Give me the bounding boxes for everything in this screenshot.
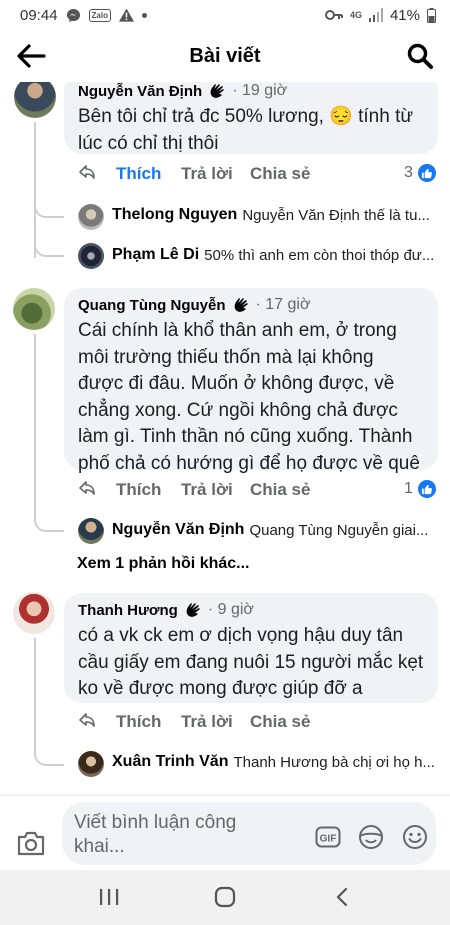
reply-preview: 50% thì anh em còn thoi thóp đư... <box>204 246 435 264</box>
like-reaction-icon <box>417 164 436 182</box>
status-bar: 09:44 Zalo 4G 41% <box>0 0 450 30</box>
comment-bubble: Quang Tùng Nguyễn · 17 giờ Cái chính là … <box>64 288 438 474</box>
messenger-notification-icon <box>66 8 80 22</box>
back-arrow-icon[interactable] <box>16 42 46 70</box>
recent-apps-icon[interactable] <box>96 886 122 908</box>
top-fan-badge-icon <box>186 603 200 617</box>
reaction-count[interactable]: 3 <box>404 164 436 182</box>
comment-text: Bên tôi chỉ trả đc 50% lương, 😔 tính từ … <box>78 106 414 154</box>
comments-list: Nguyễn Văn Định · 19 giờ Bên tôi chỉ trả… <box>0 82 450 795</box>
comment-bubble: Thanh Hương · 9 giờ có a vk ck em ơ dịch… <box>64 593 438 703</box>
back-nav-icon[interactable] <box>330 886 356 908</box>
comment-time: · 9 giờ <box>207 601 254 618</box>
share-button[interactable]: Chia sẻ <box>250 480 310 500</box>
camera-icon[interactable] <box>16 829 46 857</box>
comment-actions: Thích Trả lời Chia sẻ <box>78 478 438 502</box>
reaction-count[interactable]: 1 <box>404 480 436 498</box>
share-arrow-icon[interactable] <box>78 480 96 498</box>
clock: 09:44 <box>20 6 58 24</box>
share-button[interactable]: Chia sẻ <box>250 712 310 732</box>
thread-connector <box>34 237 64 257</box>
battery-icon <box>427 7 436 23</box>
comment-composer: Viết bình luận công khai... GIF <box>0 795 450 870</box>
thread-connector <box>34 198 64 218</box>
avatar[interactable] <box>13 288 55 330</box>
comment-author[interactable]: Thanh Hương <box>78 602 178 619</box>
sticker-icon[interactable] <box>358 824 384 850</box>
zalo-notification-icon: Zalo <box>88 8 111 22</box>
comment-actions: Thích Trả lời Chia sẻ <box>78 162 438 186</box>
reply-author[interactable]: Nguyễn Văn Định <box>112 521 244 539</box>
comment-author[interactable]: Quang Tùng Nguyễn <box>78 297 226 314</box>
network-type-label: 4G <box>349 10 362 20</box>
reply-button[interactable]: Trả lời <box>181 164 233 184</box>
top-fan-badge-icon <box>210 84 225 98</box>
reply-preview: Nguyễn Văn Định thế là tu... <box>242 206 430 224</box>
reply-avatar[interactable] <box>78 243 104 269</box>
comment-actions: Thích Trả lời Chia sẻ <box>78 710 438 734</box>
emoji-icon[interactable] <box>402 824 428 850</box>
thread-connector <box>34 512 64 532</box>
comment-bubble: Nguyễn Văn Định · 19 giờ Bên tôi chỉ trả… <box>64 82 438 154</box>
reply-item[interactable]: Xuân Trinh Văn Thanh Hương bà chị ơi họ … <box>112 753 450 771</box>
comment-time: · 17 giờ <box>255 296 311 313</box>
share-arrow-icon[interactable] <box>78 164 96 182</box>
reply-button[interactable]: Trả lời <box>181 480 233 500</box>
share-button[interactable]: Chia sẻ <box>250 164 310 184</box>
system-nav-bar <box>0 870 450 925</box>
reply-button[interactable]: Trả lời <box>181 712 233 732</box>
gif-icon[interactable]: GIF <box>315 824 341 850</box>
reply-avatar[interactable] <box>78 751 104 777</box>
share-arrow-icon[interactable] <box>78 712 96 730</box>
svg-text:GIF: GIF <box>320 834 337 845</box>
reply-author[interactable]: Phạm Lê Di <box>112 246 199 264</box>
warning-icon <box>119 8 134 22</box>
reply-author[interactable]: Xuân Trinh Văn <box>112 753 228 771</box>
search-icon[interactable] <box>406 42 434 70</box>
like-button[interactable]: Thích <box>116 480 161 500</box>
reply-avatar[interactable] <box>78 518 104 544</box>
page-title: Bài viết <box>189 44 261 67</box>
signal-icon <box>368 8 383 22</box>
avatar[interactable] <box>13 592 55 634</box>
reply-author[interactable]: Thelong Nguyen <box>112 206 237 224</box>
comment-input[interactable]: Viết bình luận công khai... GIF <box>62 802 436 865</box>
top-fan-badge-icon <box>234 298 248 312</box>
reply-preview: Thanh Hương bà chị ơi họ h... <box>233 753 435 771</box>
thread-line <box>34 334 36 514</box>
like-button[interactable]: Thích <box>116 712 161 732</box>
comment-author[interactable]: Nguyễn Văn Định <box>78 83 202 100</box>
comment-text: Cái chính là khổ thân anh em, ở trong mô… <box>78 320 420 474</box>
comment-text: có a vk ck em ơ dịch vọng hậu duy tân cầ… <box>78 625 424 699</box>
reply-avatar[interactable] <box>78 204 104 230</box>
battery-percent: 41% <box>389 6 420 24</box>
thread-line <box>34 638 36 748</box>
home-icon[interactable] <box>212 886 238 908</box>
avatar[interactable] <box>14 82 56 118</box>
comment-time: · 19 giờ <box>232 82 288 99</box>
thread-connector <box>34 746 64 766</box>
view-more-replies-link[interactable]: Xem 1 phản hồi khác... <box>77 555 250 573</box>
like-button[interactable]: Thích <box>116 164 161 184</box>
comment-input-placeholder: Viết bình luận công khai... <box>74 812 237 857</box>
reply-item[interactable]: Thelong Nguyen Nguyễn Văn Định thế là tu… <box>112 206 450 224</box>
reply-item[interactable]: Nguyễn Văn Định Quang Tùng Nguyễn giai..… <box>112 521 450 539</box>
dot-indicator-icon <box>142 12 147 18</box>
key-icon <box>324 10 343 20</box>
reply-item[interactable]: Phạm Lê Di 50% thì anh em còn thoi thóp … <box>112 246 450 264</box>
reply-preview: Quang Tùng Nguyễn giai... <box>249 521 429 539</box>
like-reaction-icon <box>417 480 436 498</box>
app-bar: Bài viết <box>0 30 450 82</box>
